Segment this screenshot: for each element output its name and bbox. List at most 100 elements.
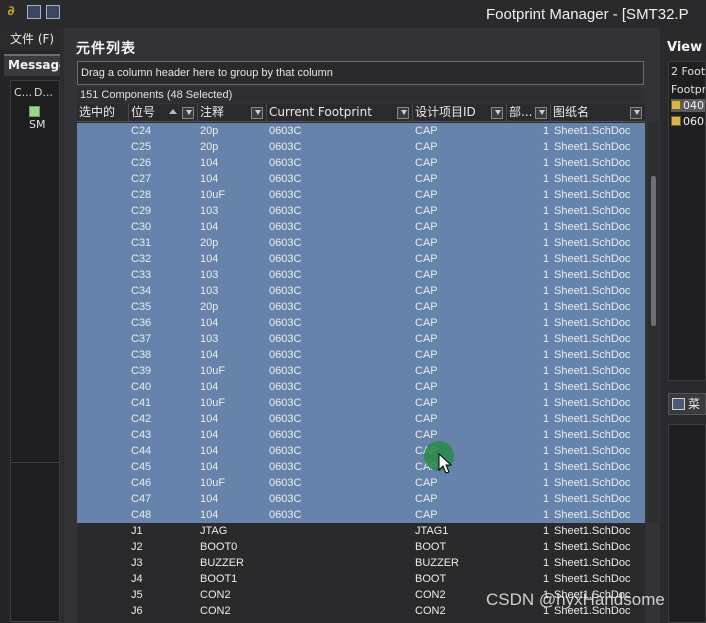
- cell-fp: 0603C: [269, 189, 302, 201]
- watermark: CSDN @hyxHandsome: [486, 590, 665, 609]
- table-row[interactable]: C33 103 0603C CAP 1 Sheet1.SchDoc: [77, 267, 645, 283]
- title-bar: ∂ Footprint Manager - [SMT32.P: [0, 0, 706, 28]
- cell-comment: 20p: [200, 125, 219, 137]
- table-row[interactable]: C29 103 0603C CAP 1 Sheet1.SchDoc: [77, 203, 645, 219]
- messages-panel: C... D... SM: [10, 80, 60, 490]
- table-row[interactable]: C46 10uF 0603C CAP 1 Sheet1.SchDoc: [77, 475, 645, 491]
- menu-file[interactable]: 文件 (F): [0, 28, 60, 50]
- cell-fp: 0603C: [269, 301, 302, 313]
- col-current-footprint[interactable]: Current Footprint: [267, 104, 413, 122]
- col-comment[interactable]: 注释: [198, 104, 267, 122]
- cell-fp: 0603C: [269, 317, 302, 329]
- table-row[interactable]: C36 104 0603C CAP 1 Sheet1.SchDoc: [77, 315, 645, 331]
- table-row[interactable]: J2 BOOT0 BOOT 1 Sheet1.SchDoc: [77, 539, 645, 555]
- footprint-item[interactable]: 0603: [671, 115, 705, 128]
- filter-icon[interactable]: [491, 107, 503, 119]
- table-row[interactable]: C27 104 0603C CAP 1 Sheet1.SchDoc: [77, 171, 645, 187]
- cell-des: C44: [131, 445, 152, 457]
- table-row[interactable]: C47 104 0603C CAP 1 Sheet1.SchDoc: [77, 491, 645, 507]
- cell-sheet: Sheet1.SchDoc: [554, 157, 631, 169]
- cell-part: 1: [543, 493, 550, 505]
- cell-sheet: Sheet1.SchDoc: [554, 173, 631, 185]
- cell-id: CAP: [415, 413, 438, 425]
- cell-des: J1: [131, 525, 143, 537]
- table-row[interactable]: C25 20p 0603C CAP 1 Sheet1.SchDoc: [77, 139, 645, 155]
- footprint-col-header[interactable]: Footpri: [671, 83, 705, 96]
- cell-fp: 0603C: [269, 237, 302, 249]
- table-row[interactable]: J4 BOOT1 BOOT 1 Sheet1.SchDoc: [77, 571, 645, 587]
- col-designator[interactable]: 位号: [129, 104, 198, 122]
- table-row[interactable]: C24 20p 0603C CAP 1 Sheet1.SchDoc: [77, 123, 645, 139]
- col-selected[interactable]: 选中的: [77, 104, 129, 122]
- table-row[interactable]: C32 104 0603C CAP 1 Sheet1.SchDoc: [77, 251, 645, 267]
- cell-comment: 104: [200, 509, 219, 521]
- app-logo-icon: ∂: [7, 4, 15, 19]
- cell-fp: 0603C: [269, 157, 302, 169]
- table-row[interactable]: C48 104 0603C CAP 1 Sheet1.SchDoc: [77, 507, 645, 523]
- table-row[interactable]: C42 104 0603C CAP 1 Sheet1.SchDoc: [77, 411, 645, 427]
- cell-part: 1: [543, 429, 550, 441]
- menu-button[interactable]: 菜: [668, 393, 706, 415]
- table-row[interactable]: C30 104 0603C CAP 1 Sheet1.SchDoc: [77, 219, 645, 235]
- cell-comment: 20p: [200, 301, 219, 313]
- group-by-area[interactable]: Drag a column header here to group by th…: [77, 61, 644, 85]
- cell-fp: 0603C: [269, 141, 302, 153]
- filter-icon[interactable]: [182, 107, 194, 119]
- cell-id: CAP: [415, 397, 438, 409]
- cell-fp: 0603C: [269, 477, 302, 489]
- cell-id: CAP: [415, 221, 438, 233]
- table-row[interactable]: C26 104 0603C CAP 1 Sheet1.SchDoc: [77, 155, 645, 171]
- view-lower-panel: [668, 424, 706, 623]
- table-row[interactable]: C35 20p 0603C CAP 1 Sheet1.SchDoc: [77, 299, 645, 315]
- filter-icon[interactable]: [251, 107, 263, 119]
- save-icon[interactable]: [27, 5, 41, 19]
- table-row[interactable]: C41 10uF 0603C CAP 1 Sheet1.SchDoc: [77, 395, 645, 411]
- table-row[interactable]: C45 104 0603C CAP 1 Sheet1.SchDoc: [77, 459, 645, 475]
- panel-title: 元件列表: [76, 41, 136, 57]
- col-design-item-id[interactable]: 设计项目ID: [413, 104, 507, 122]
- cell-sheet: Sheet1.SchDoc: [554, 205, 631, 217]
- table-row[interactable]: C37 103 0603C CAP 1 Sheet1.SchDoc: [77, 331, 645, 347]
- component-list-panel: 元件列表 Drag a column header here to group …: [64, 28, 660, 623]
- table-row[interactable]: C441040603CCAP1Sheet1.SchDoc: [77, 443, 645, 459]
- table-row[interactable]: C38 104 0603C CAP 1 Sheet1.SchDoc: [77, 347, 645, 363]
- scrollbar-thumb[interactable]: [651, 176, 656, 326]
- table-row[interactable]: J1 JTAG JTAG1 1 Sheet1.SchDoc: [77, 523, 645, 539]
- cell-id: CAP: [415, 333, 438, 345]
- cell-part: 1: [543, 397, 550, 409]
- table-row[interactable]: C34 103 0603C CAP 1 Sheet1.SchDoc: [77, 283, 645, 299]
- cell-comment: 103: [200, 285, 219, 297]
- footprint-item[interactable]: 0402: [671, 99, 705, 112]
- cell-sheet: Sheet1.SchDoc: [554, 365, 631, 377]
- filter-icon[interactable]: [630, 107, 642, 119]
- col-part[interactable]: 部...: [507, 104, 551, 122]
- table-row[interactable]: C43 104 0603C CAP 1 Sheet1.SchDoc: [77, 427, 645, 443]
- cell-comment: CON2: [200, 605, 231, 617]
- col-sheet-name[interactable]: 图纸名: [551, 104, 645, 122]
- grid-scrollbar[interactable]: [648, 122, 658, 523]
- save-all-icon[interactable]: [46, 5, 60, 19]
- cell-fp: 0603C: [269, 397, 302, 409]
- table-row[interactable]: C39 10uF 0603C CAP 1 Sheet1.SchDoc: [77, 363, 645, 379]
- cell-sheet: Sheet1.SchDoc: [554, 525, 631, 537]
- footprint-count: 2 Footp: [671, 65, 706, 78]
- messages-row[interactable]: SM: [29, 105, 59, 131]
- table-row[interactable]: C28 10uF 0603C CAP 1 Sheet1.SchDoc: [77, 187, 645, 203]
- filter-icon[interactable]: [397, 107, 409, 119]
- cell-des: C36: [131, 317, 152, 329]
- table-row[interactable]: J3 BUZZER BUZZER 1 Sheet1.SchDoc: [77, 555, 645, 571]
- filter-icon[interactable]: [535, 107, 547, 119]
- cell-part: 1: [543, 525, 550, 537]
- messages-tab[interactable]: Messages: [4, 54, 60, 76]
- messages-col-document[interactable]: D...: [34, 86, 53, 99]
- cell-part: 1: [543, 237, 550, 249]
- messages-col-class[interactable]: C...: [14, 86, 32, 99]
- cell-des: C48: [131, 509, 152, 521]
- cell-sheet: Sheet1.SchDoc: [554, 237, 631, 249]
- cell-fp: 0603C: [269, 269, 302, 281]
- table-row[interactable]: C31 20p 0603C CAP 1 Sheet1.SchDoc: [77, 235, 645, 251]
- cell-des: C30: [131, 221, 152, 233]
- table-row[interactable]: C40 104 0603C CAP 1 Sheet1.SchDoc: [77, 379, 645, 395]
- cell-comment: 104: [200, 381, 219, 393]
- cell-id: CAP: [415, 157, 438, 169]
